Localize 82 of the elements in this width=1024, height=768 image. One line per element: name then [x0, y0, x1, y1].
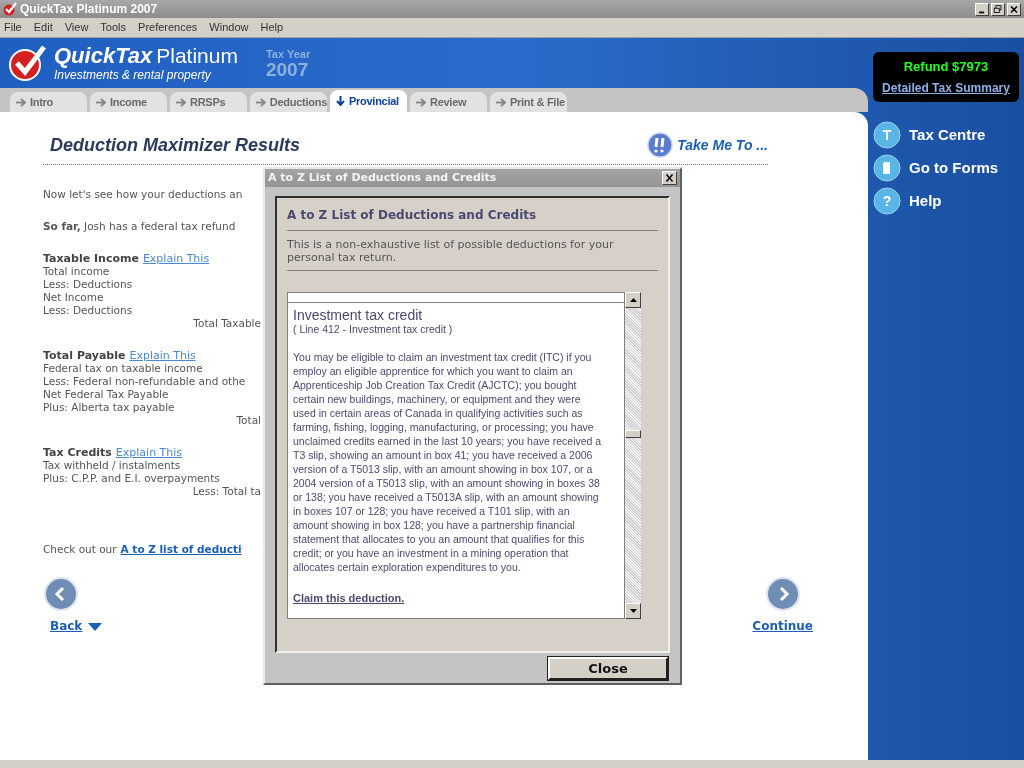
summary-line: Tax withheld / instalments	[43, 459, 182, 472]
scroll-thumb[interactable]	[625, 430, 641, 438]
section-heading: Taxable Income	[43, 252, 139, 265]
sidebar-link[interactable]: Go to Forms	[909, 156, 999, 180]
summary-total: Total	[236, 414, 261, 427]
dropdown-caret-icon[interactable]	[88, 622, 103, 631]
summary-line: Less: Deductions	[43, 278, 134, 291]
deduction-description: You may be eligible to claim an investment tax credit (ITC) if you employ an eligible apprentice for which you want to claim an Apprenticeship Job Creation Tax Credit (AJCTC); you bought certain new buildings, machinery, or equipment and they were used in certain areas of Canada in qualifying activities such as farming, fishing, logging, manufacturing, or processing; you have unclaimed credits earned in the last 10 years; you have received a T3 slip, showing an amount in box 41; you have received a 2006 version of a T5013 slip, with an amount showing in box 107, or a 2004 version of a T5013 slip, with an amount showing in boxes 38 or 138; you have received a T5013A slip, with an amount showing in boxes 107 or 128; you have received a T101 slip, with an amount showing in box 128; you have a partnership financial statement that allocates to you an amount that qualifies for this credit; or you have an investment in a mining operation that allocates certain exploration expenditures to you.	[293, 350, 603, 574]
summary-total: Total Taxable	[193, 317, 261, 330]
dialog-title: A to Z List of Deductions and Credits	[268, 169, 497, 186]
document-circle-icon[interactable]	[873, 154, 901, 182]
summary-line: Net Income	[43, 291, 105, 304]
explain-this-link[interactable]: Explain This	[129, 349, 196, 362]
intro-text: Now let's see how your deductions an	[43, 188, 244, 201]
tax-year: 2007	[265, 60, 310, 79]
explain-this-link[interactable]: Explain This	[142, 252, 210, 265]
window-title: QuickTax Platinum 2007	[20, 1, 158, 18]
section-heading: Tax Credits	[43, 446, 112, 459]
tax-year-label: Tax Year	[265, 49, 311, 60]
right-arrow-icon	[96, 97, 106, 107]
refund-amount: Refund $7973	[903, 57, 989, 76]
back-link[interactable]: Back	[50, 620, 83, 633]
check-logo-icon	[8, 44, 48, 82]
summary-line: Plus: Alberta tax payable	[43, 401, 176, 414]
summary-line: Total income	[43, 265, 111, 278]
tax-summary-link[interactable]: Detailed Tax Summary	[882, 79, 1010, 98]
down-arrow-icon	[336, 96, 345, 106]
summary-line: Federal tax on taxable income	[43, 362, 204, 375]
scroll-up-icon[interactable]	[629, 298, 637, 302]
maximize-icon[interactable]	[991, 2, 1005, 16]
continue-button-icon[interactable]	[764, 576, 801, 612]
nav-tab[interactable]: Deductions	[250, 92, 327, 112]
scrollbar[interactable]	[625, 292, 641, 619]
check-logo-icon	[3, 2, 17, 16]
right-arrow-icon	[496, 97, 506, 107]
page-title: Deduction Maximizer Results	[50, 138, 301, 152]
summary-line: Plus: C.P.P. and E.I. overpayments	[43, 472, 221, 485]
product-name: QuickTax	[54, 45, 153, 67]
menu-item[interactable]: Window	[209, 19, 249, 36]
nav-tab[interactable]: Review	[410, 92, 487, 112]
nav-tab[interactable]: RRSPs	[170, 92, 247, 112]
sidebar-link[interactable]: Tax Centre	[909, 123, 986, 147]
nav-tab[interactable]: Provincial	[330, 90, 407, 112]
summary-line: Net Federal Tax Payable	[43, 388, 170, 401]
continue-link[interactable]: Continue	[752, 620, 813, 633]
deduction-title: Investment tax credit	[293, 307, 424, 323]
nav-tab[interactable]: Intro	[10, 92, 87, 112]
close-button[interactable]: Close	[548, 657, 668, 680]
summary-line: Less: Deductions	[43, 304, 134, 317]
exclamation-badge-icon[interactable]	[647, 132, 674, 158]
dialog-heading: A to Z List of Deductions and Credits	[287, 206, 658, 231]
menu-item[interactable]: Tools	[100, 19, 127, 36]
menu-item[interactable]: File	[4, 19, 22, 36]
sidebar-link[interactable]: Help	[909, 189, 942, 213]
section-heading: Total Payable	[43, 349, 126, 362]
summary-total: Less: Total ta	[192, 485, 261, 498]
explain-this-link[interactable]: Explain This	[115, 446, 183, 459]
a-to-z-link[interactable]: A to Z list of deducti	[120, 543, 242, 556]
menu-item[interactable]: Edit	[33, 19, 53, 36]
right-arrow-icon	[256, 97, 266, 107]
product-subtitle: Investments & rental property	[54, 69, 212, 81]
refund-summary: So far, Josh has a federal tax refund	[43, 220, 237, 233]
footer-text: Check out our	[43, 543, 117, 556]
deduction-line: ( Line 412 - Investment tax credit )	[293, 323, 454, 336]
close-icon[interactable]	[1007, 2, 1021, 16]
right-arrow-icon	[416, 97, 426, 107]
nav-tab[interactable]: Income	[90, 92, 167, 112]
claim-deduction-link[interactable]: Claim this deduction.	[293, 590, 619, 607]
menu-item[interactable]: Help	[260, 19, 284, 36]
back-button-icon[interactable]	[43, 576, 79, 612]
menu-item[interactable]: Preferences	[138, 19, 198, 36]
close-icon[interactable]	[662, 171, 677, 185]
menu-item[interactable]: View	[64, 19, 89, 36]
scroll-down-icon[interactable]	[629, 609, 637, 613]
take-me-to-link[interactable]: Take Me To ...	[677, 138, 768, 152]
right-arrow-icon	[176, 97, 186, 107]
summary-line: Less: Federal non-refundable and othe	[43, 375, 247, 388]
minimize-icon[interactable]	[975, 2, 989, 16]
product-edition: Platinum	[156, 45, 238, 66]
nav-tab[interactable]: Print & File	[490, 92, 567, 112]
dialog-description: This is a non-exhaustive list of possible deductions for your personal tax return.	[287, 231, 658, 271]
right-arrow-icon	[16, 97, 26, 107]
